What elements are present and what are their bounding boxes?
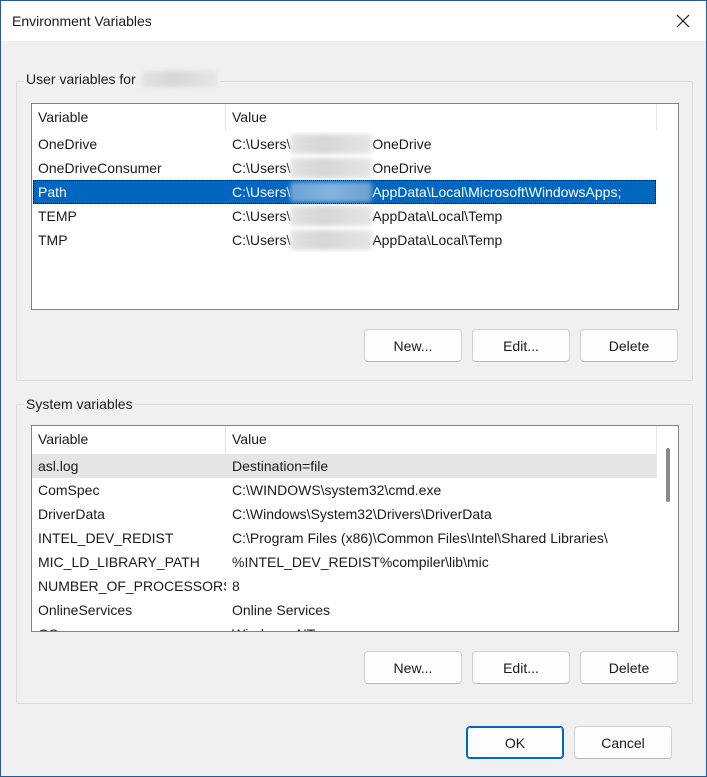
redacted-username [290, 134, 373, 155]
variable-value: C:\Users\ OneDrive [226, 156, 657, 180]
variable-value: Destination=file [232, 458, 329, 474]
close-button[interactable] [660, 1, 706, 41]
variable-name: TMP [38, 232, 68, 248]
user-delete-button[interactable]: Delete [580, 329, 678, 362]
redacted-username [290, 206, 373, 227]
variable-name: OneDrive [38, 136, 98, 152]
redacted-username [290, 230, 373, 251]
variable-value: C:\Users\ AppData\Local\Temp [226, 204, 657, 228]
window-title: Environment Variables [12, 13, 152, 29]
variable-value: C:\WINDOWS\system32\cmd.exe [232, 482, 442, 498]
variable-name: OnlineServices [38, 602, 133, 618]
column-header-value[interactable]: Value [226, 426, 657, 453]
system-delete-button[interactable]: Delete [580, 651, 678, 684]
table-row[interactable]: INTEL_DEV_REDIST C:\Program Files (x86)\… [32, 526, 657, 550]
variable-value: %INTEL_DEV_REDIST%compiler\lib\mic [232, 554, 489, 570]
variable-value: 8 [232, 578, 240, 594]
variable-value: C:\Windows\System32\Drivers\DriverData [232, 506, 492, 522]
title-bar: Environment Variables [1, 1, 706, 41]
column-header-variable[interactable]: Variable [32, 426, 226, 453]
table-row[interactable]: OneDrive C:\Users\ OneDrive [32, 132, 657, 156]
table-row[interactable]: asl.log Destination=file [32, 454, 657, 478]
system-new-button[interactable]: New... [364, 651, 462, 684]
user-edit-button[interactable]: Edit... [472, 329, 570, 362]
table-row[interactable]: ComSpec C:\WINDOWS\system32\cmd.exe [32, 478, 657, 502]
table-row[interactable]: OS Windows_NT [32, 622, 657, 631]
table-row[interactable]: OneDriveConsumer C:\Users\ OneDrive [32, 156, 657, 180]
ok-button[interactable]: OK [466, 726, 564, 759]
table-row[interactable]: DriverData C:\Windows\System32\Drivers\D… [32, 502, 657, 526]
redacted-username [141, 71, 218, 88]
user-variables-label: User variables for [24, 71, 220, 88]
table-row[interactable]: NUMBER_OF_PROCESSORS 8 [32, 574, 657, 598]
user-new-button[interactable]: New... [364, 329, 462, 362]
variable-name: MIC_LD_LIBRARY_PATH [38, 554, 200, 570]
variable-name: asl.log [38, 458, 79, 474]
table-row[interactable]: MIC_LD_LIBRARY_PATH %INTEL_DEV_REDIST%co… [32, 550, 657, 574]
cancel-button[interactable]: Cancel [574, 726, 672, 759]
table-row[interactable]: TEMP C:\Users\ AppData\Local\Temp [32, 204, 657, 228]
variable-name: NUMBER_OF_PROCESSORS [38, 578, 226, 594]
system-variables-label: System variables [24, 396, 135, 412]
variable-name: OS [32, 622, 226, 631]
redacted-username [290, 182, 373, 203]
variable-value: Online Services [232, 602, 331, 618]
variable-value: C:\Users\ AppData\Local\Microsoft\Windows… [226, 180, 656, 204]
variable-name: DriverData [38, 506, 105, 522]
variable-value: C:\Program Files (x86)\Common Files\Inte… [232, 530, 608, 546]
system-edit-button[interactable]: Edit... [472, 651, 570, 684]
variable-name: Path [38, 184, 67, 200]
user-variables-list[interactable]: Variable Value OneDrive C:\Users\ OneDriv… [31, 103, 679, 310]
variable-value: C:\Users\ OneDrive [226, 132, 657, 156]
variable-name: INTEL_DEV_REDIST [38, 530, 174, 546]
variable-value: Windows_NT [226, 622, 657, 631]
system-variables-list[interactable]: Variable Value asl.log Destination=file … [31, 425, 679, 632]
column-header-variable[interactable]: Variable [32, 104, 226, 131]
variable-value: C:\Users\ AppData\Local\Temp [226, 228, 657, 252]
variable-name: ComSpec [38, 482, 100, 498]
table-row[interactable]: OnlineServices Online Services [32, 598, 657, 622]
vertical-scrollbar-thumb[interactable] [666, 448, 670, 502]
user-list-header: Variable Value [32, 104, 678, 131]
variable-name: TEMP [38, 208, 77, 224]
environment-variables-dialog: Environment Variables User variables for… [0, 0, 707, 777]
column-header-value[interactable]: Value [226, 104, 657, 131]
table-row-selected[interactable]: Path C:\Users\ AppData\Local\Microsoft\Wi… [33, 180, 656, 204]
redacted-username [290, 158, 373, 179]
variable-name: OneDriveConsumer [38, 160, 162, 176]
close-icon [676, 14, 690, 28]
system-list-header: Variable Value [32, 426, 678, 453]
table-row[interactable]: TMP C:\Users\ AppData\Local\Temp [32, 228, 657, 252]
